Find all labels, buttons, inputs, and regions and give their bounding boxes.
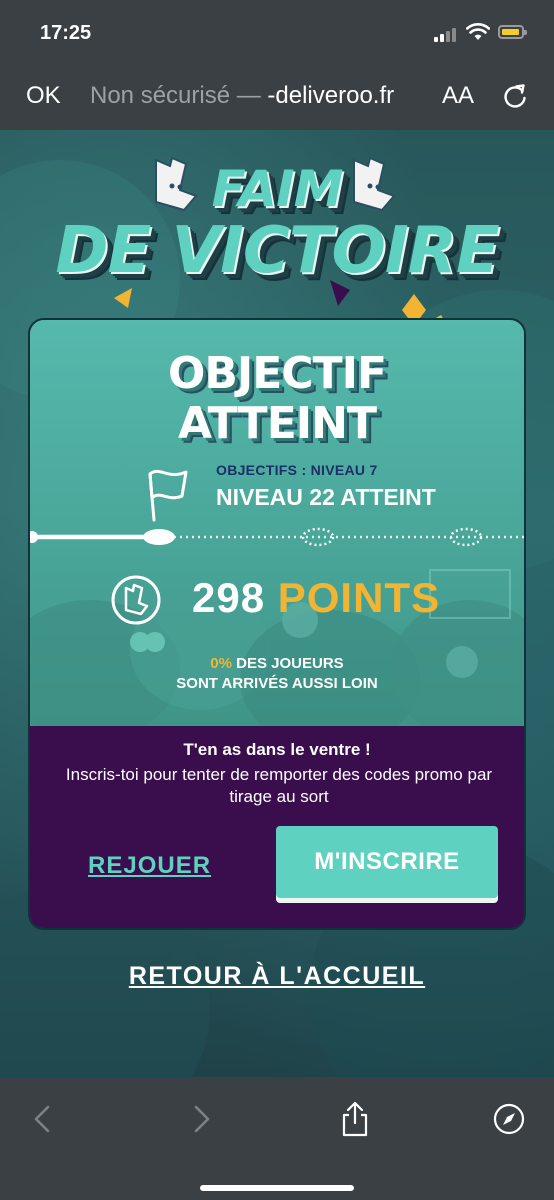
logo-line-1: FAIM — [211, 160, 344, 218]
status-bar: 17:25 — [0, 0, 554, 66]
replay-button[interactable]: REJOUER — [88, 852, 211, 880]
level-progress-bar — [30, 527, 524, 547]
home-indicator — [200, 1185, 354, 1191]
signup-panel: T'en as dans le ventre ! Inscris-toi pou… — [30, 726, 524, 928]
result-title-line-1: OBJECTIF — [167, 348, 387, 399]
result-card-top: OBJECTIF ATTEINT OBJECTIFS : NIVEAU 7 NI… — [30, 320, 524, 726]
url-field[interactable]: Non sécurisé — -deliveroo.fr — [90, 82, 394, 110]
back-icon[interactable] — [26, 1101, 60, 1137]
points-display: 298 POINTS — [192, 574, 440, 622]
reload-icon[interactable] — [502, 82, 528, 110]
compass-icon[interactable] — [492, 1101, 526, 1137]
players-line-2: SONT ARRIVÉS AUSSI LOIN — [176, 675, 378, 692]
deliveroo-points-icon — [111, 575, 161, 625]
promo-title: T'en as dans le ventre ! — [183, 740, 371, 759]
game-page: FAIM DE VICTOIRE OBJECTIF ATTEINT OBJECT… — [0, 130, 554, 1077]
cellular-signal-icon — [434, 26, 460, 42]
insecure-label: Non sécurisé — — [90, 82, 261, 109]
signup-button[interactable]: M'INSCRIRE — [276, 826, 498, 898]
result-title-line-2: ATTEINT — [178, 398, 377, 449]
done-button[interactable]: OK — [26, 82, 61, 110]
players-percent: 0% — [210, 655, 232, 672]
url-domain: -deliveroo.fr — [267, 82, 395, 109]
objective-level: NIVEAU 22 ATTEINT — [216, 484, 436, 510]
browser-toolbar — [0, 1077, 554, 1200]
forward-icon[interactable] — [184, 1101, 218, 1137]
logo-line-2: DE VICTOIRE — [55, 214, 499, 288]
text-size-button[interactable]: AA — [442, 82, 474, 110]
address-bar: OK Non sécurisé — -deliveroo.fr AA — [0, 66, 554, 130]
share-icon[interactable] — [338, 1101, 372, 1137]
wifi-icon — [466, 23, 490, 40]
background-creatures — [30, 569, 524, 726]
promo-text: Inscris-toi pour tenter de remporter des… — [65, 765, 493, 806]
result-card: OBJECTIF ATTEINT OBJECTIFS : NIVEAU 7 NI… — [28, 318, 526, 930]
players-stat: 0% DES JOUEURS SONT ARRIVÉS AUSSI LOIN — [30, 654, 524, 694]
flag-icon — [148, 469, 188, 522]
points-unit: POINTS — [277, 574, 441, 621]
status-time: 17:25 — [40, 22, 92, 44]
players-line-1: DES JOUEURS — [231, 655, 344, 672]
back-to-home-link[interactable]: RETOUR À L'ACCUEIL — [0, 962, 554, 991]
points-value: 298 — [192, 574, 266, 621]
objective-label: OBJECTIFS : NIVEAU 7 — [216, 462, 378, 478]
battery-icon — [498, 25, 527, 39]
